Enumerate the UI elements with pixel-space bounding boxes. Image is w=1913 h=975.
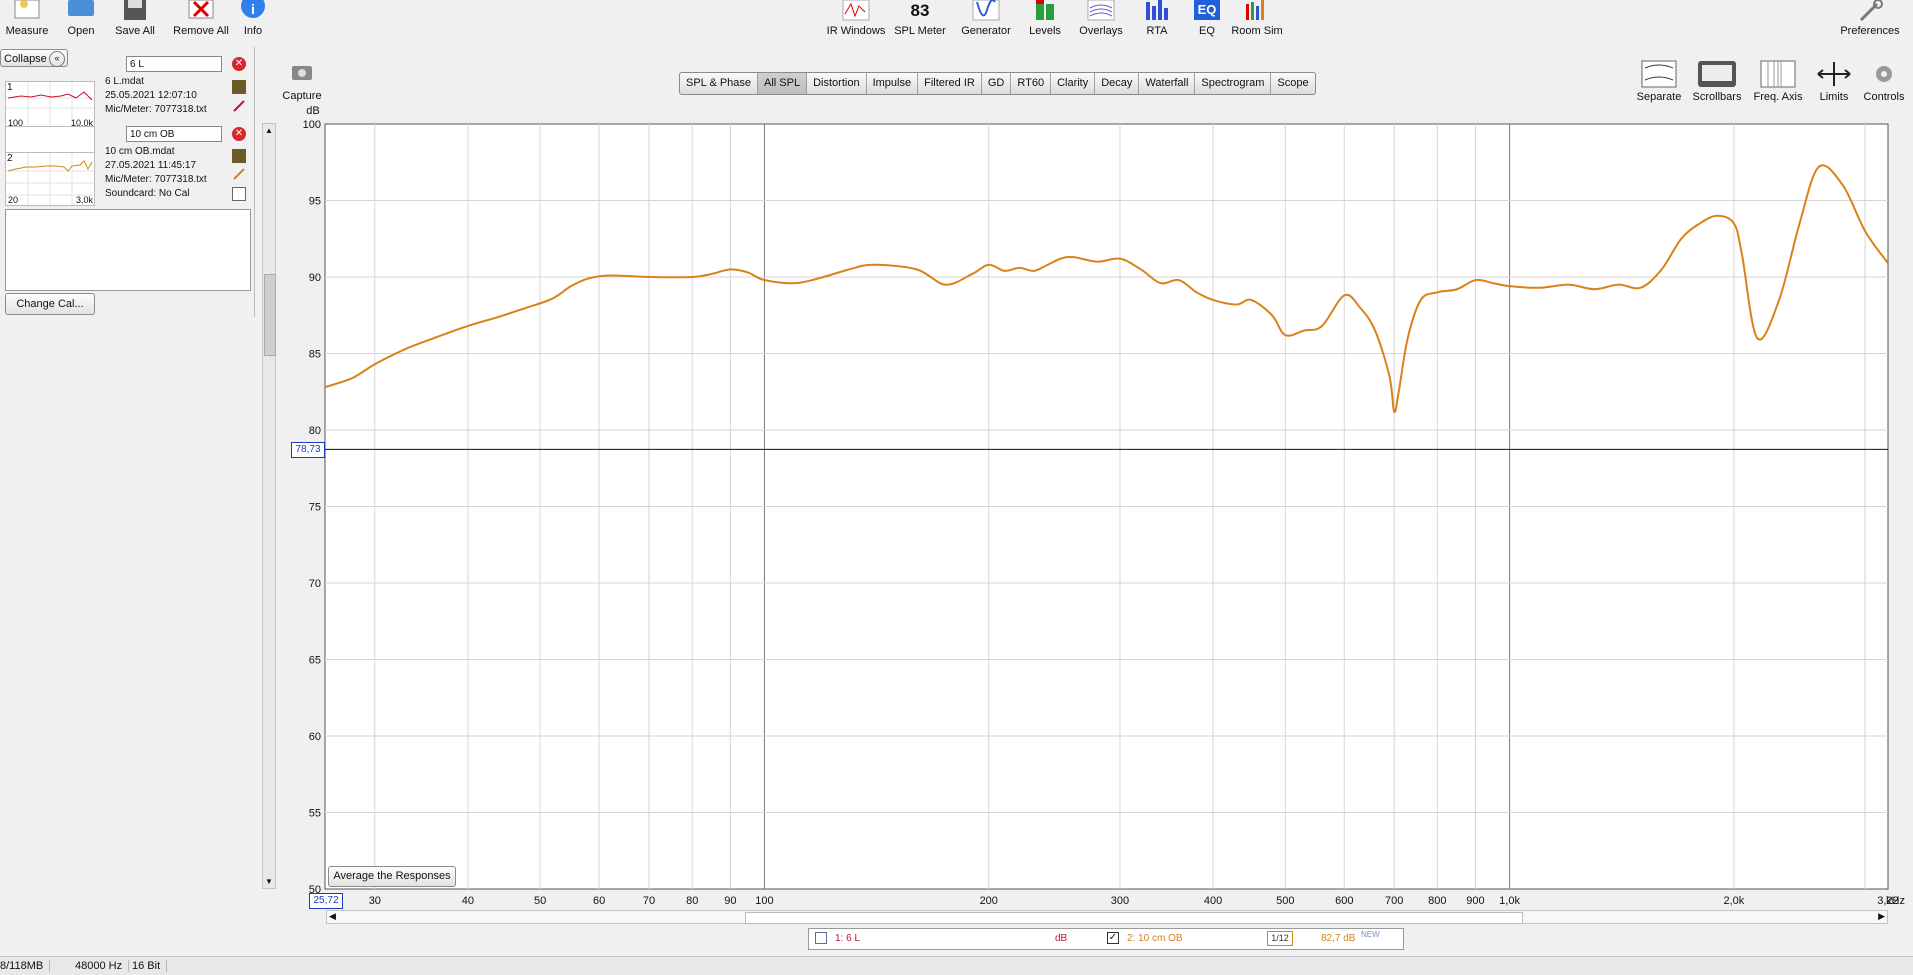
- x-tick-label: 300: [1111, 895, 1129, 907]
- y-tick-label: 65: [309, 655, 321, 667]
- sample-rate-status: 48000 Hz: [75, 960, 130, 972]
- cursor-x-readout: 25,72: [309, 893, 343, 909]
- legend-item-2-value: 82,7 dB: [1321, 933, 1356, 944]
- y-tick-label: 70: [309, 578, 321, 590]
- y-tick-label: 95: [309, 196, 321, 208]
- status-bar: 8/118MB 48000 Hz 16 Bit: [0, 956, 1913, 975]
- legend: 1: 6 L dB ✓ 2: 10 cm OB 1/12 82,7 dB NEW: [808, 928, 1404, 950]
- legend-item-1: 1: 6 L: [835, 933, 861, 944]
- legend-item-1-unit: dB: [1055, 933, 1068, 944]
- y-axis-label: dB: [306, 105, 319, 117]
- x-tick-label: 90: [724, 895, 736, 907]
- new-badge: NEW: [1361, 930, 1380, 939]
- legend-checkbox-2[interactable]: ✓: [1107, 932, 1119, 944]
- y-tick-label: 100: [303, 119, 321, 131]
- legend-checkbox-1[interactable]: [815, 932, 827, 944]
- x-tick-label: 800: [1428, 895, 1446, 907]
- y-tick-label: 75: [309, 502, 321, 514]
- x-tick-label: 2,0k: [1723, 895, 1744, 907]
- x-tick-label: 40: [462, 895, 474, 907]
- y-tick-label: 60: [309, 731, 321, 743]
- x-tick-label: 50: [534, 895, 546, 907]
- smoothing-badge[interactable]: 1/12: [1267, 931, 1293, 946]
- bit-depth-status: 16 Bit: [132, 960, 168, 972]
- x-tick-label: 30: [369, 895, 381, 907]
- scrollbar-thumb[interactable]: [745, 912, 1523, 924]
- y-tick-label: 80: [309, 425, 321, 437]
- x-tick-label: 100: [755, 895, 773, 907]
- scroll-left-icon[interactable]: ◀: [329, 911, 336, 922]
- x-tick-label: 900: [1466, 895, 1484, 907]
- x-tick-label: 700: [1385, 895, 1403, 907]
- y-tick-label: 85: [309, 349, 321, 361]
- x-tick-label: 60: [593, 895, 605, 907]
- horizontal-scrollbar[interactable]: ◀ ▶: [326, 910, 1888, 924]
- x-tick-label: 70: [643, 895, 655, 907]
- x-tick-label: 200: [980, 895, 998, 907]
- x-tick-label: 600: [1335, 895, 1353, 907]
- average-responses-button[interactable]: Average the Responses: [328, 866, 456, 887]
- x-tick-label: 500: [1276, 895, 1294, 907]
- x-tick-label: 400: [1204, 895, 1222, 907]
- y-tick-label: 55: [309, 808, 321, 820]
- scroll-right-icon[interactable]: ▶: [1878, 911, 1885, 922]
- x-axis-unit: kHz: [1886, 895, 1905, 907]
- x-tick-label: 1,0k: [1499, 895, 1520, 907]
- x-tick-label: 80: [686, 895, 698, 907]
- spl-chart[interactable]: 10095908580757065605550dB30 40 50 60 70 80 90 1…: [0, 0, 1913, 974]
- y-tick-label: 90: [309, 272, 321, 284]
- cursor-y-readout: 78,73: [291, 442, 325, 458]
- memory-status: 8/118MB: [0, 960, 51, 972]
- legend-item-2: 2: 10 cm OB: [1127, 933, 1183, 944]
